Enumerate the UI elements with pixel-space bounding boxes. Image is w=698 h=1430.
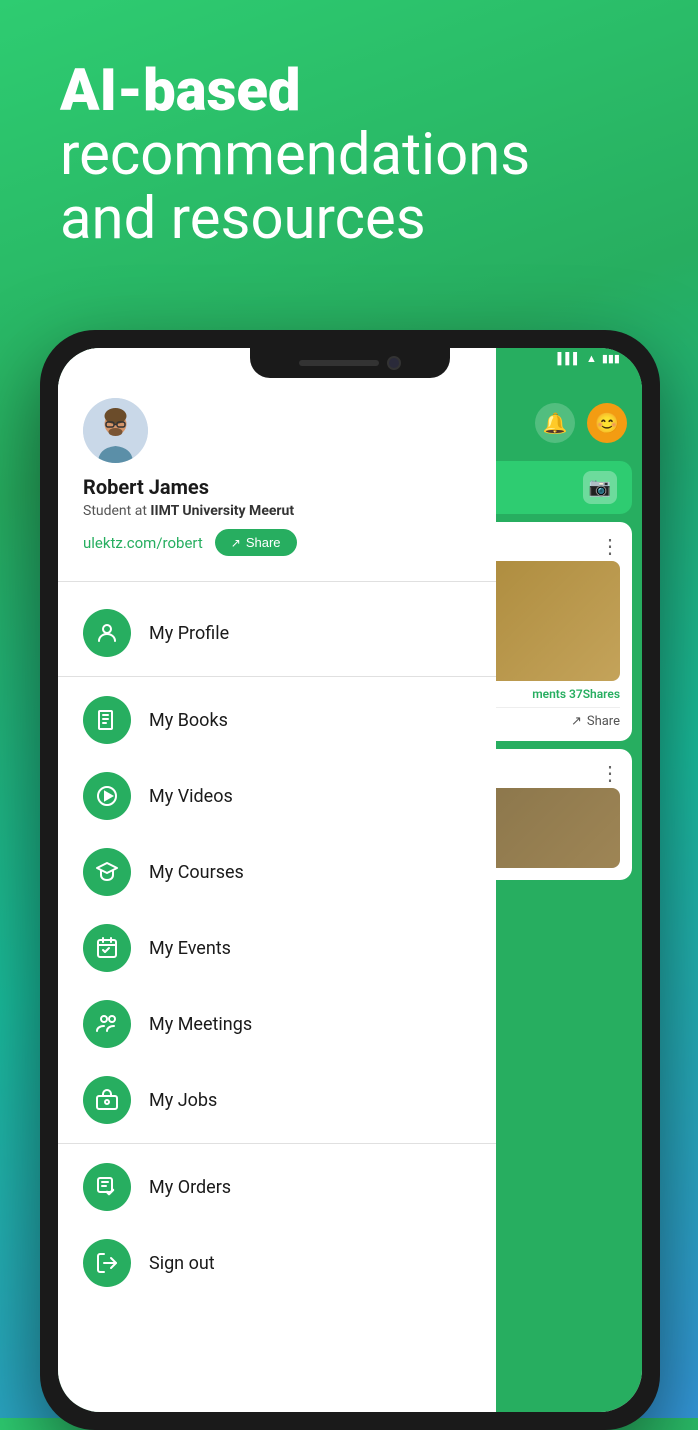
profile-name: Robert James xyxy=(83,475,471,499)
menu-item-orders[interactable]: My Orders xyxy=(58,1149,496,1225)
share-button-label: Share xyxy=(246,535,281,550)
person-icon xyxy=(95,621,119,645)
calendar-icon xyxy=(95,936,119,960)
meetings-icon-circle xyxy=(83,1000,131,1048)
share-action-icon: ↗ xyxy=(571,714,582,729)
menu-label-jobs: My Jobs xyxy=(149,1090,217,1111)
menu-label-courses: My Courses xyxy=(149,862,244,883)
signout-icon xyxy=(95,1251,119,1275)
menu-divider-1 xyxy=(58,676,496,677)
signal-icon: ▌▌▌ xyxy=(558,352,581,365)
headline-line1: AI-based xyxy=(60,57,301,125)
profile-section: Robert James Student at IIMT University … xyxy=(58,348,496,576)
phone-screen: 🔔 😊 📷 ⋮ xt of the xyxy=(58,348,642,1412)
profile-divider xyxy=(58,581,496,582)
jobs-icon-circle xyxy=(83,1076,131,1124)
menu-item-events[interactable]: My Events xyxy=(58,910,496,986)
videos-icon-circle xyxy=(83,772,131,820)
stats-text: ments 37Shares xyxy=(532,687,620,701)
phone-shell: ▌▌▌ ▲ ▮▮▮ 🔔 😊 📷 ⋮ xt of the xyxy=(40,330,660,1430)
menu-item-courses[interactable]: My Courses xyxy=(58,834,496,910)
menu-label-profile: My Profile xyxy=(149,623,229,644)
emoji-avatar-icon[interactable]: 😊 xyxy=(587,403,627,443)
battery-icon: ▮▮▮ xyxy=(602,352,620,365)
camera-icon[interactable]: 📷 xyxy=(583,471,617,504)
subtitle-institution: IIMT University Meerut xyxy=(150,503,294,519)
headline-line2: recommendations xyxy=(60,121,530,189)
menu-divider-2 xyxy=(58,1143,496,1144)
phone-notch xyxy=(250,348,450,378)
share-button[interactable]: ↗ Share xyxy=(215,529,297,556)
wifi-icon: ▲ xyxy=(586,352,597,365)
menu-label-videos: My Videos xyxy=(149,786,233,807)
book-icon xyxy=(95,708,119,732)
menu-item-jobs[interactable]: My Jobs xyxy=(58,1062,496,1138)
drawer-menu: Robert James Student at IIMT University … xyxy=(58,348,496,1412)
menu-label-events: My Events xyxy=(149,938,231,959)
profile-subtitle: Student at IIMT University Meerut xyxy=(83,503,471,519)
menu-item-books[interactable]: My Books xyxy=(58,682,496,758)
menu-label-meetings: My Meetings xyxy=(149,1014,252,1035)
video-icon xyxy=(95,784,119,808)
notification-bell-icon[interactable]: 🔔 xyxy=(535,403,575,443)
profile-link[interactable]: ulektz.com/robert xyxy=(83,534,203,552)
more-options-icon[interactable]: ⋮ xyxy=(600,534,620,558)
books-icon-circle xyxy=(83,696,131,744)
notch-bar xyxy=(299,360,379,366)
notch-camera xyxy=(387,356,401,370)
profile-icon-circle xyxy=(83,609,131,657)
more-options-2-icon[interactable]: ⋮ xyxy=(600,761,620,785)
menu-label-orders: My Orders xyxy=(149,1177,231,1198)
menu-item-signout[interactable]: Sign out xyxy=(58,1225,496,1301)
events-icon-circle xyxy=(83,924,131,972)
courses-icon-circle xyxy=(83,848,131,896)
status-bar: ▌▌▌ ▲ ▮▮▮ xyxy=(558,352,620,365)
menu-label-books: My Books xyxy=(149,710,228,731)
menu-item-videos[interactable]: My Videos xyxy=(58,758,496,834)
phone-mockup: ▌▌▌ ▲ ▮▮▮ 🔔 😊 📷 ⋮ xt of the xyxy=(40,330,660,1430)
headline: AI-based recommendations and resources xyxy=(60,60,638,251)
share-action-label[interactable]: Share xyxy=(587,714,620,729)
signout-icon-circle xyxy=(83,1239,131,1287)
jobs-icon xyxy=(95,1088,119,1112)
menu-list: My Profile My Book xyxy=(58,587,496,1309)
menu-label-signout: Sign out xyxy=(149,1253,215,1274)
app-header-icons: 🔔 😊 xyxy=(535,403,627,443)
menu-item-meetings[interactable]: My Meetings xyxy=(58,986,496,1062)
meetings-icon xyxy=(95,1012,119,1036)
share-button-icon: ↗ xyxy=(231,536,241,550)
profile-link-row: ulektz.com/robert ↗ Share xyxy=(83,529,471,556)
header-section: AI-based recommendations and resources xyxy=(0,0,698,281)
orders-icon-circle xyxy=(83,1163,131,1211)
avatar xyxy=(83,398,148,463)
menu-item-profile[interactable]: My Profile xyxy=(58,595,496,671)
subtitle-prefix: Student at xyxy=(83,503,150,519)
orders-icon xyxy=(95,1175,119,1199)
graduation-icon xyxy=(95,860,119,884)
headline-line3: and resources xyxy=(60,185,426,253)
